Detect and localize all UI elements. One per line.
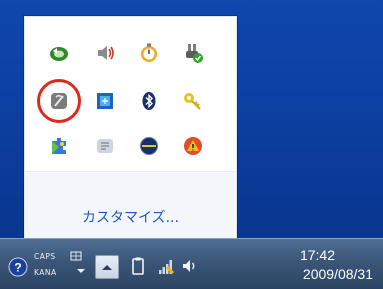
shield-app-icon[interactable] [91, 132, 119, 160]
help-icon[interactable]: ? [8, 257, 28, 277]
taskbar: ? CAPS KANA 17:42 2009/08/31 [0, 238, 383, 289]
device-check-icon[interactable] [179, 39, 207, 67]
svg-text:?: ? [14, 261, 21, 275]
volume-icon[interactable] [91, 39, 119, 67]
clock-time[interactable]: 17:42 [300, 247, 335, 263]
ime-dropdown-arrow-icon[interactable] [76, 267, 86, 275]
sync-icon[interactable] [45, 39, 73, 67]
stopwatch-icon[interactable] [135, 39, 163, 67]
notification-area-overflow-popup: カスタマイズ... [24, 16, 237, 238]
key-icon[interactable] [179, 87, 207, 115]
display-icon[interactable] [91, 87, 119, 115]
ime-caps-indicator[interactable]: CAPS [34, 252, 56, 261]
clipboard-icon[interactable] [128, 256, 148, 276]
customize-section: カスタマイズ... [25, 171, 236, 238]
network-signal-icon[interactable] [156, 256, 176, 276]
puzzle-icon[interactable] [45, 132, 73, 160]
media-icon[interactable] [135, 132, 163, 160]
warning-icon[interactable] [179, 132, 207, 160]
bluetooth-icon[interactable] [135, 87, 163, 115]
speaker-icon[interactable] [180, 256, 200, 276]
show-hidden-icons-button[interactable] [95, 255, 119, 279]
clock-date[interactable]: 2009/08/31 [303, 266, 373, 282]
highlight-ring [37, 79, 81, 123]
keyboard-icon[interactable] [70, 251, 82, 261]
chevron-up-icon [102, 265, 112, 270]
customize-link[interactable]: カスタマイズ... [25, 207, 236, 227]
ime-kana-indicator[interactable]: KANA [34, 268, 57, 277]
hidden-icons-grid [25, 17, 236, 169]
